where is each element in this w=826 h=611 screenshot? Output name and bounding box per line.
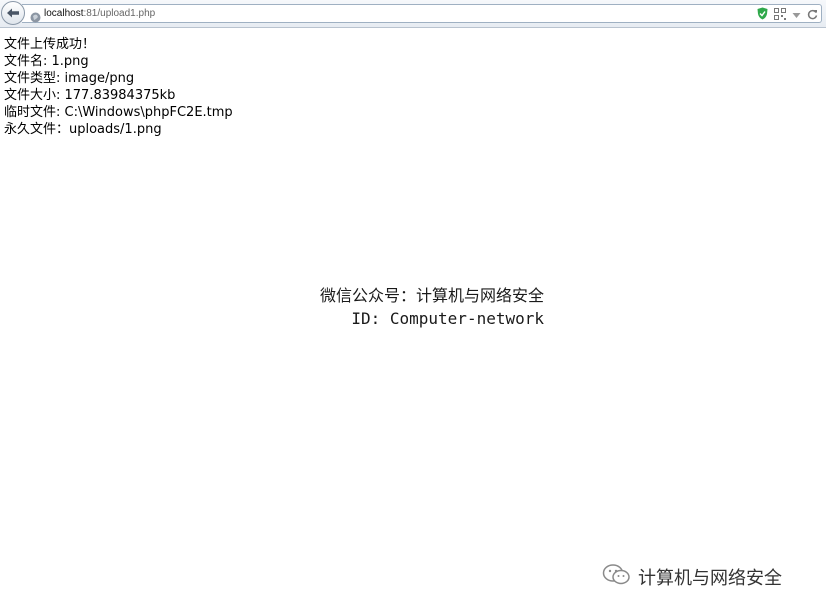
permanent-file-line: 永久文件：uploads/1.png — [4, 122, 162, 137]
address-bar[interactable]: localhost:81/upload1.php — [22, 4, 822, 23]
watermark-corner: 计算机与网络安全 — [602, 562, 782, 592]
back-arrow-icon — [6, 4, 20, 23]
watermark-line-2: ID: Computer-network — [351, 309, 544, 328]
reload-icon[interactable] — [807, 5, 818, 24]
watermark-line-1: 微信公众号：计算机与网络安全 — [319, 286, 544, 305]
watermark-corner-text: 计算机与网络安全 — [638, 568, 782, 589]
back-button[interactable] — [1, 1, 25, 25]
wechat-logo-icon — [602, 562, 632, 592]
file-name-line: 文件名: 1.png — [4, 54, 89, 69]
dropdown-icon[interactable] — [792, 5, 801, 24]
url-path: :81/upload1.php — [83, 8, 156, 19]
file-type-line: 文件类型: image/png — [4, 71, 135, 86]
url-text: localhost:81/upload1.php — [44, 7, 155, 20]
browser-toolbar: localhost:81/upload1.php — [0, 0, 826, 28]
shield-icon[interactable] — [757, 5, 768, 24]
qr-code-icon[interactable] — [774, 5, 786, 24]
watermark-center: 微信公众号：计算机与网络安全 ID: Computer-network — [0, 284, 544, 330]
page-content: 文件上传成功！ 文件名: 1.png 文件类型: image/png 文件大小:… — [4, 36, 233, 138]
temp-file-line: 临时文件: C:\Windows\phpFC2E.tmp — [4, 105, 233, 120]
address-bar-icons — [757, 7, 818, 21]
url-host: localhost — [44, 8, 84, 19]
globe-icon — [30, 8, 41, 23]
file-size-line: 文件大小: 177.83984375kb — [4, 88, 176, 103]
upload-success-message: 文件上传成功！ — [4, 37, 96, 52]
